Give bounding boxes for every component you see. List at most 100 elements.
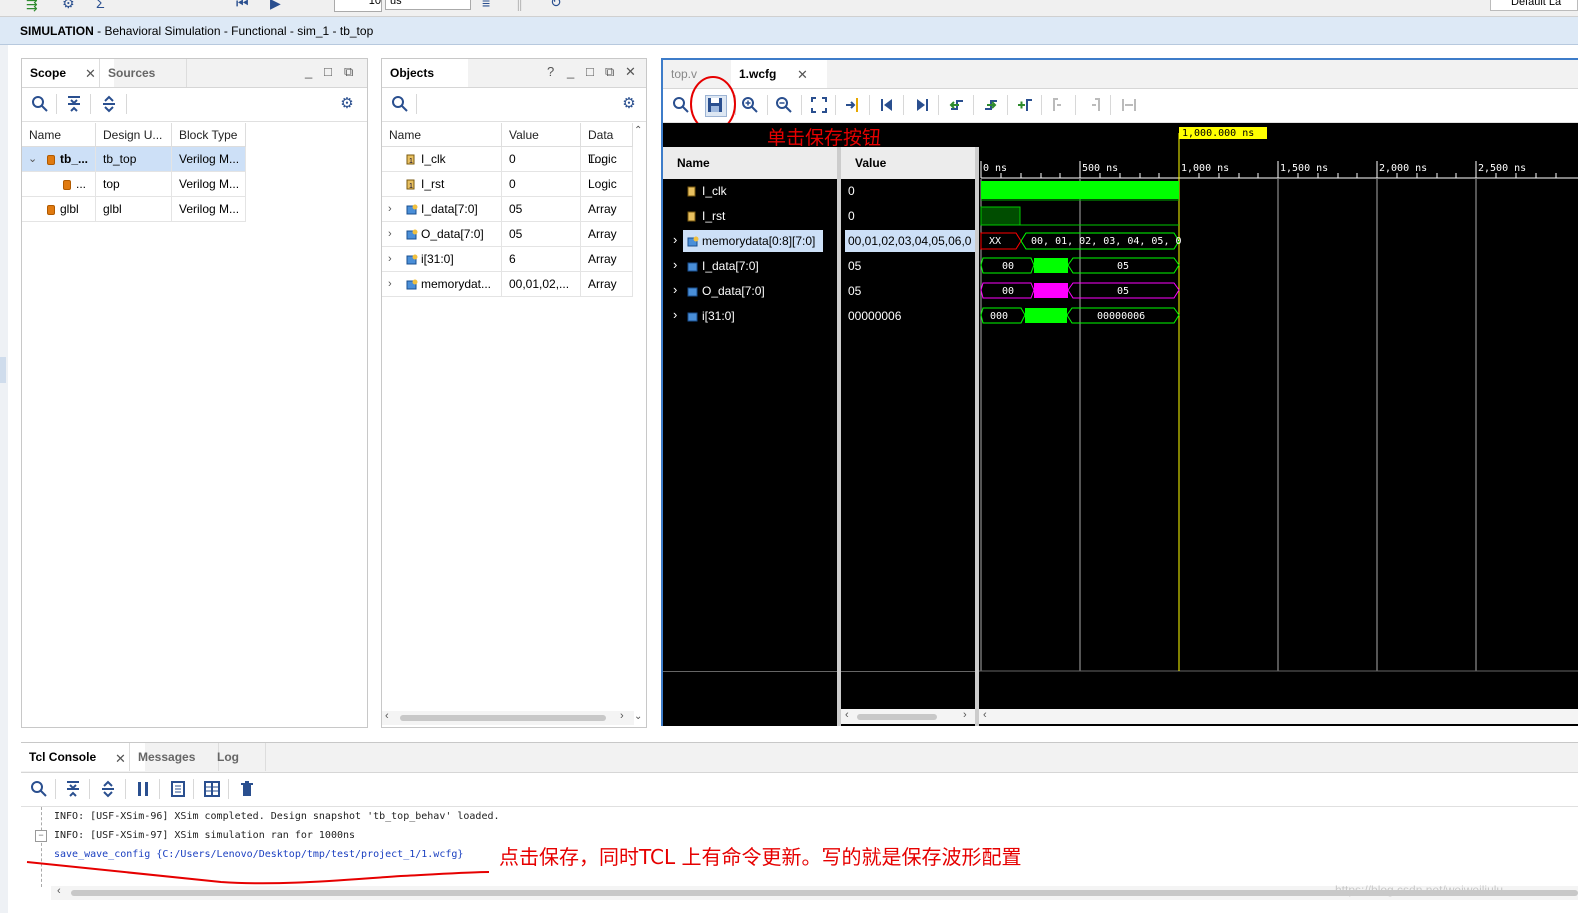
run-all-icon[interactable]: ▶ xyxy=(270,0,281,12)
signal-value: 05 xyxy=(848,284,862,298)
object-type: Logic xyxy=(581,172,633,197)
search-icon[interactable] xyxy=(30,94,50,114)
column-header-block-type[interactable]: Block Type xyxy=(172,123,246,147)
signal-name: i[31:0] xyxy=(702,309,735,323)
zoom-out-icon[interactable] xyxy=(774,95,794,115)
signal-row[interactable]: › memorydata[0:8][7:0] 00,01,02,03,04,05… xyxy=(663,229,975,254)
bus-value-label: 00000006 xyxy=(1097,311,1146,322)
run-icon[interactable]: ⇶ xyxy=(26,0,38,13)
tab-log[interactable]: Log xyxy=(209,743,266,771)
wave-view: 单击保存按钮 Name Value I_clk 0 I_rst 0 › memo… xyxy=(663,123,1578,726)
close-icon[interactable]: ✕ xyxy=(625,64,636,80)
minimize-icon[interactable]: _ xyxy=(567,64,574,79)
relaunch-icon[interactable]: ↻ xyxy=(550,0,562,11)
scroll-up-icon[interactable]: ⌃ xyxy=(634,125,642,136)
copy-icon[interactable] xyxy=(168,779,188,799)
bus-icon xyxy=(406,229,418,240)
float-icon[interactable]: ⧉ xyxy=(344,64,353,80)
signal-name: I_rst xyxy=(702,209,726,223)
signal-row[interactable]: › O_data[7:0] 05 xyxy=(663,279,975,304)
column-header-value[interactable]: Value xyxy=(502,123,581,147)
chevron-right-icon[interactable]: › xyxy=(673,307,677,322)
settings-icon[interactable]: ⚙ xyxy=(62,0,75,12)
chevron-right-icon[interactable]: › xyxy=(673,257,677,272)
chevron-down-icon[interactable]: ⌄ xyxy=(28,147,37,171)
expand-all-icon[interactable] xyxy=(99,94,119,114)
run-time-input[interactable]: 10 xyxy=(334,0,382,12)
signal-row[interactable]: › I_data[7:0] 05 xyxy=(663,254,975,279)
gear-icon[interactable]: ⚙ xyxy=(619,94,639,114)
minimize-icon[interactable]: _ xyxy=(305,64,312,79)
zoom-fit-icon[interactable] xyxy=(809,95,829,115)
watermark: https://blog.csdn.net/weiweiliulu xyxy=(1335,883,1504,897)
previous-transition-icon[interactable] xyxy=(947,95,967,115)
zoom-in-icon[interactable] xyxy=(740,95,760,115)
search-icon[interactable] xyxy=(390,94,410,114)
run-time-unit-select[interactable]: us xyxy=(385,0,471,10)
search-icon[interactable] xyxy=(29,779,49,799)
layout-selector[interactable]: Default La xyxy=(1490,0,1578,11)
tab-messages[interactable]: Messages xyxy=(129,743,219,771)
trash-icon[interactable] xyxy=(237,779,257,799)
collapse-toggle[interactable]: − xyxy=(35,830,47,842)
console-annotation: 点击保存，同时TCL 上有命令更新。写的就是保存波形配置 xyxy=(499,845,1022,869)
wave-scrollbar[interactable]: ‹ xyxy=(979,709,1578,724)
tab-tcl-console[interactable]: Tcl Console xyxy=(21,743,145,771)
signal-row[interactable]: I_rst 0 xyxy=(663,204,975,229)
column-header-design-unit[interactable]: Design U... xyxy=(96,123,172,147)
add-marker-icon[interactable] xyxy=(1015,95,1035,115)
signal-value: 0 xyxy=(848,184,855,198)
horizontal-scrollbar[interactable]: ‹ › xyxy=(382,710,634,725)
signal-row[interactable]: › i[31:0] 00000006 xyxy=(663,304,975,329)
pause-output-icon[interactable] xyxy=(133,779,153,799)
pause-icon[interactable]: ∥ xyxy=(516,0,523,12)
object-name: O_data[7:0] xyxy=(421,227,484,241)
close-icon[interactable]: ✕ xyxy=(85,66,96,82)
bus-value-label: 000 xyxy=(990,311,1009,322)
tab-1-wcfg[interactable]: 1.wcfg xyxy=(731,60,827,88)
restart-icon[interactable]: ⏮ xyxy=(236,0,249,12)
value-scrollbar[interactable]: ‹ › xyxy=(841,709,975,724)
waveform-canvas[interactable]: 1,000.000 ns 0 ns 500 ns 1,000 ns 1,500 … xyxy=(979,123,1578,708)
object-name: I_data[7:0] xyxy=(421,202,478,216)
go-to-start-icon[interactable] xyxy=(877,95,897,115)
signal-row[interactable]: I_clk 0 xyxy=(663,179,975,204)
expand-all-icon[interactable] xyxy=(98,779,118,799)
tab-sources[interactable]: Sources xyxy=(99,59,187,87)
next-transition-icon[interactable] xyxy=(981,95,1001,115)
maximize-icon[interactable]: □ xyxy=(586,64,594,79)
help-icon[interactable]: ? xyxy=(547,64,554,79)
column-header-name[interactable]: Name xyxy=(382,123,502,147)
collapse-all-icon[interactable] xyxy=(64,94,84,114)
close-icon[interactable]: ✕ xyxy=(115,751,126,767)
chevron-right-icon[interactable]: › xyxy=(673,282,677,297)
table-view-icon[interactable] xyxy=(202,779,222,799)
block-type-cell: Verilog M... xyxy=(172,172,246,197)
signal-icon: 1 xyxy=(406,179,415,190)
step-icon[interactable]: ≡ xyxy=(482,0,490,11)
column-header-name[interactable]: Name xyxy=(22,123,96,147)
signal-value: 00,01,02,03,04,05,06,0 xyxy=(848,234,972,248)
cursor-time-label: 1,000.000 ns xyxy=(1182,128,1255,139)
collapse-all-icon[interactable] xyxy=(63,779,83,799)
maximize-icon[interactable]: □ xyxy=(324,64,332,79)
float-icon[interactable]: ⧉ xyxy=(605,64,614,80)
previous-marker-icon[interactable] xyxy=(1049,95,1069,115)
signal-icon xyxy=(687,186,696,197)
column-header-data-type[interactable]: Data T... xyxy=(581,123,633,166)
sigma-icon[interactable]: Σ xyxy=(96,0,105,11)
object-type: Array xyxy=(581,247,633,272)
bus-icon xyxy=(687,262,698,272)
chevron-right-icon[interactable]: › xyxy=(673,232,677,247)
design-unit-cell: top xyxy=(96,172,172,197)
object-value: 0 xyxy=(502,172,581,197)
go-to-cursor-icon[interactable] xyxy=(843,95,863,115)
gear-icon[interactable]: ⚙ xyxy=(337,94,357,114)
close-icon[interactable]: ✕ xyxy=(797,67,808,83)
go-to-end-icon[interactable] xyxy=(912,95,932,115)
scroll-down-icon[interactable]: ⌄ xyxy=(634,711,642,722)
next-marker-icon[interactable] xyxy=(1084,95,1104,115)
signal-name: I_data[7:0] xyxy=(702,259,759,273)
swap-cursors-icon[interactable] xyxy=(1119,95,1139,115)
tab-objects[interactable]: Objects xyxy=(382,59,468,87)
